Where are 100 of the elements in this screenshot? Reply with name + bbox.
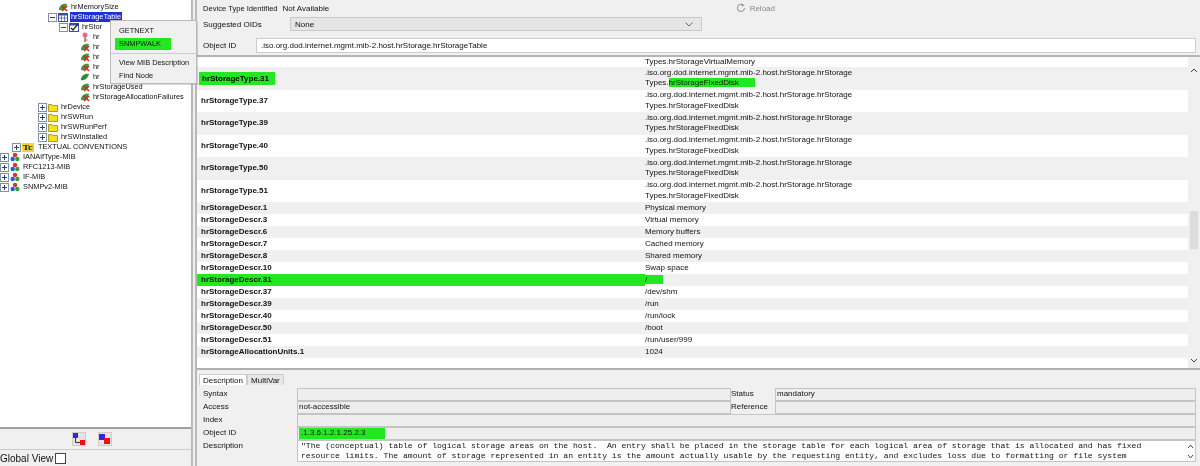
expand-icon[interactable] [38, 122, 47, 132]
scroll-down-icon[interactable] [1190, 358, 1198, 364]
field-label: Description [203, 440, 244, 452]
oid-name: hrStorageType.31 [199, 71, 275, 85]
expand-icon[interactable] [0, 162, 9, 172]
global-view-label: Global View [0, 453, 54, 464]
oid-name: hrStorageType.51 [201, 184, 268, 197]
table-icon [58, 12, 68, 22]
module-icon [10, 182, 20, 192]
oid-value: /run [645, 298, 659, 308]
oid-name: hrStorageDescr.7 [201, 238, 268, 250]
textual-conventions-icon: Tc [22, 142, 34, 152]
expand-icon[interactable] [0, 152, 9, 162]
leaf-error-icon [80, 92, 90, 102]
oid-name: hrStorageType.37 [201, 94, 268, 107]
field-label: Index [203, 414, 224, 426]
description-text: "The (conceptual) table of logical storage areas on the host. An entry shall be placed in the storage table for each logical area of storage that is allocated and has fixed resource limits. The amount of storage represented in an entity is the amount actually usable by the requesting entity, and excludes loss due to formatting or file system [300, 441, 1143, 461]
oid-name: hrStorageDescr.3 [201, 214, 268, 226]
module-icon [10, 172, 20, 182]
oid-value: /dev/shm [645, 286, 678, 296]
index-field[interactable] [297, 414, 1196, 427]
oid-value: .iso.org.dod.internet.mgmt.mib-2.host.hrStorage.hrStorage [645, 135, 853, 145]
oid-value: Types.hrStorageFixedDisk [645, 123, 739, 133]
leaf-error-icon [80, 62, 90, 72]
oid-value: .iso.org.dod.internet.mgmt.mib-2.host.hrStorage.hrStorage [645, 180, 853, 190]
leaf-error-icon [80, 52, 90, 62]
oid-value: Types.hrStorageFixedDisk [645, 168, 739, 178]
oid-name: hrStorageDescr.40 [201, 310, 272, 322]
scroll-up-icon[interactable] [1190, 67, 1198, 73]
object-id-value: .1.3.6.1.2.1.25.2.3 [299, 428, 385, 439]
oid-value: .iso.org.dod.internet.mgmt.mib-2.host.hrStorage.hrStorage [645, 157, 853, 167]
field-label: Status [731, 388, 755, 400]
oid-value: hrStorageFixedDisk [668, 78, 755, 88]
refresh-icon [735, 3, 746, 13]
oid-name: hrStorageDescr.10 [201, 262, 272, 274]
key-icon [80, 32, 90, 42]
oid-value: Types. [645, 78, 669, 88]
expand-icon[interactable] [38, 112, 47, 122]
field-label: Reference [731, 401, 769, 413]
oid-value: /run/lock [645, 310, 676, 320]
syntax-field[interactable] [297, 388, 731, 401]
expand-icon[interactable] [0, 182, 9, 192]
oid-value: /boot [645, 322, 663, 332]
toolbar-button[interactable] [72, 432, 86, 446]
chevron-down-icon [685, 21, 693, 27]
oid-value: / [645, 274, 664, 284]
field-label: Syntax [203, 388, 229, 400]
oid-name: hrStorageDescr.6 [201, 226, 268, 238]
access-field[interactable]: not-accessible [297, 401, 731, 414]
oid-name: hrStorageDescr.1 [201, 202, 268, 214]
scroll-up-icon[interactable] [1186, 443, 1194, 449]
scroll-down-icon[interactable] [1186, 453, 1194, 459]
suggested-oids-dropdown[interactable]: None [290, 17, 702, 31]
reference-field[interactable] [775, 401, 1196, 414]
scrollbar[interactable] [1188, 57, 1200, 368]
leaf-icon [80, 72, 90, 82]
field-label: Access [203, 401, 230, 413]
oid-value: .iso.org.dod.internet.mgmt.mib-2.host.hrStorage.hrStorage [645, 112, 853, 122]
leaf-error-icon [58, 2, 68, 12]
oid-name: hrStorageType.50 [201, 162, 268, 175]
toolbar-button[interactable] [98, 432, 112, 446]
oid-value: Shared memory [645, 250, 702, 260]
status-field[interactable]: mandatory [775, 388, 1196, 401]
oid-value: Virtual memory [645, 214, 699, 224]
expand-icon[interactable] [12, 142, 21, 152]
field-label: Object ID [203, 40, 238, 50]
object-id-field[interactable]: .iso.org.dod.internet.mgmt.mib-2.host.hrStorage.hrStorageTable [256, 37, 1196, 53]
oid-value: /run/user/999 [645, 334, 693, 344]
oid-value: 1024 [645, 346, 663, 356]
global-view-checkbox[interactable] [55, 453, 67, 464]
oid-name: hrStorageDescr.51 [201, 334, 272, 346]
expand-icon[interactable] [38, 132, 47, 142]
oid-value: Types.hrStorageVirtualMemory [645, 57, 756, 66]
oid-value: .iso.org.dod.internet.mgmt.mib-2.host.hrStorage.hrStorage [645, 90, 853, 100]
collapse-icon[interactable] [48, 12, 57, 22]
oid-name: hrStorageDescr.37 [201, 286, 272, 298]
oid-value: .iso.org.dod.internet.mgmt.mib-2.host.hrStorage.hrStorage [645, 67, 853, 77]
oid-name: hrStorageType.39 [201, 117, 268, 130]
oid-name: hrStorageDescr.39 [201, 298, 272, 310]
leaf-error-icon [80, 42, 90, 52]
oid-name: hrStorageDescr.8 [201, 250, 268, 262]
oid-value: Types.hrStorageFixedDisk [645, 100, 739, 110]
module-icon [10, 162, 20, 172]
expand-icon[interactable] [38, 102, 47, 112]
module-icon [10, 152, 20, 162]
linked-squares-icon [73, 433, 85, 445]
oid-value: Physical memory [645, 202, 706, 212]
collapse-icon[interactable] [59, 22, 68, 32]
oid-value: Types.hrStorageFixedDisk [645, 190, 739, 200]
overlapping-squares-icon [99, 433, 111, 445]
object-id-field[interactable]: .1.3.6.1.2.1.25.2.3 [297, 427, 1196, 440]
oid-value: Swap space [645, 262, 689, 272]
leaf-error-icon [80, 82, 90, 92]
oid-value: Memory buffers [645, 226, 701, 236]
checked-table-icon [69, 22, 79, 32]
oid-name: hrStorageDescr.50 [201, 322, 272, 334]
oid-name: hrStorageAllocationUnits.1 [201, 346, 305, 358]
field-label: Suggested OIDs [203, 19, 263, 29]
oid-name: hrStorageType.40 [201, 139, 268, 152]
expand-icon[interactable] [0, 172, 9, 182]
